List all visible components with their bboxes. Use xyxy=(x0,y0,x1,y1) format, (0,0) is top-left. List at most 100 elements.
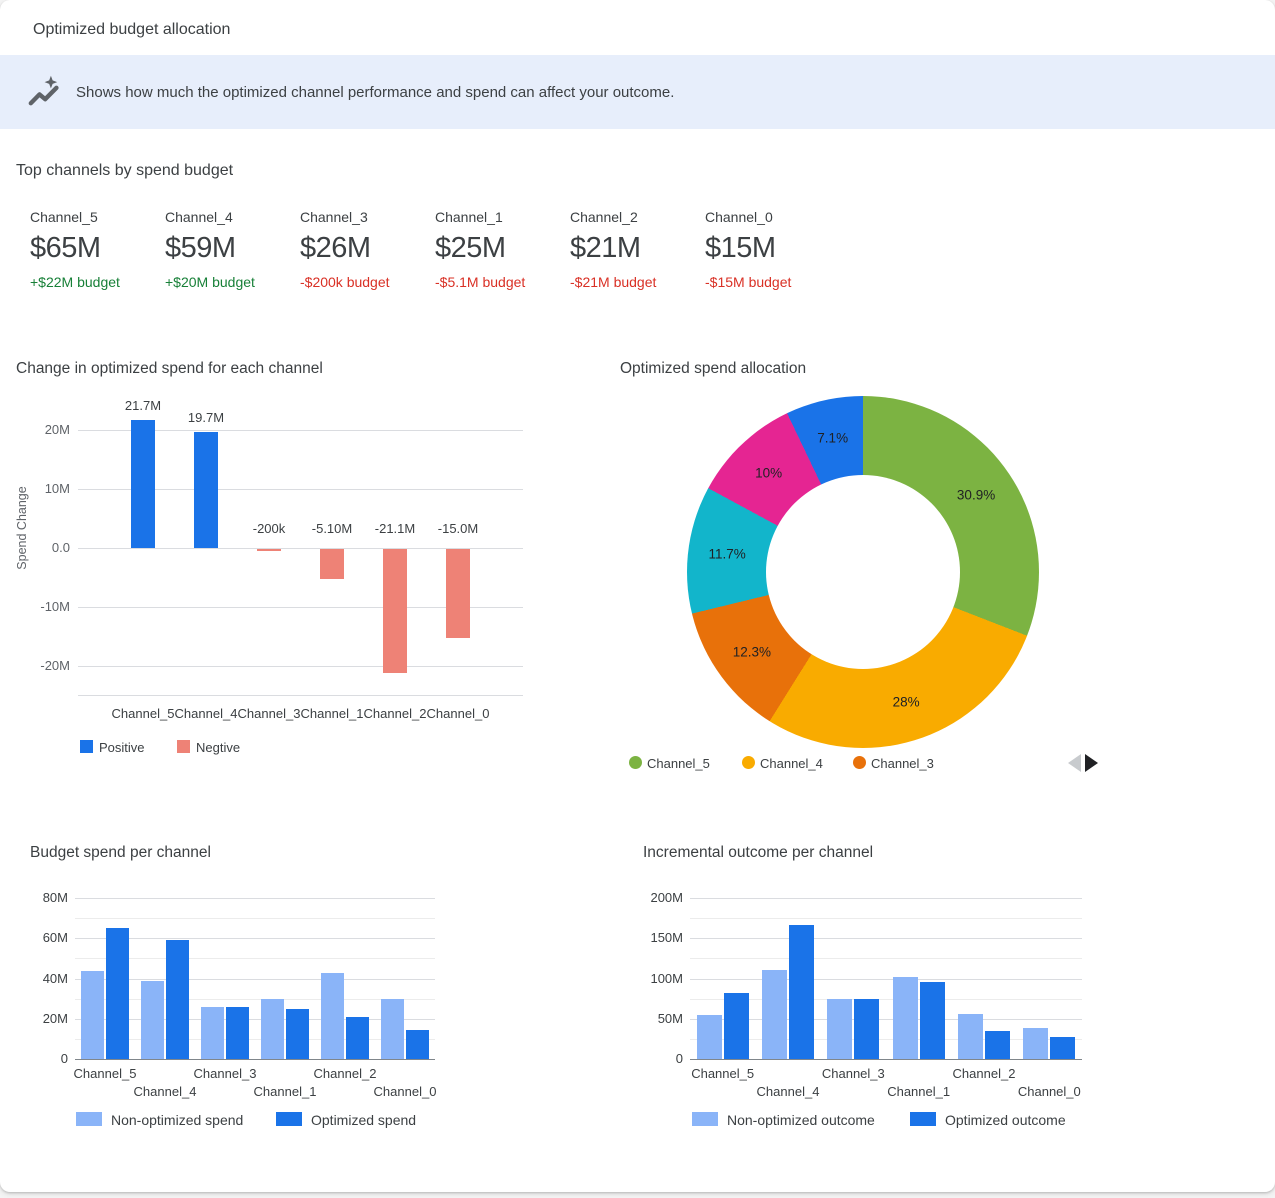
insights-icon xyxy=(24,72,64,112)
banner-text: Shows how much the optimized channel per… xyxy=(76,84,674,101)
donut-slice-label: 10% xyxy=(755,465,782,480)
grouped-bar[interactable] xyxy=(985,1031,1010,1059)
gridline xyxy=(75,958,435,959)
spend-change-bar[interactable] xyxy=(446,549,470,638)
legend-swatch xyxy=(692,1112,718,1126)
x-axis-label: Channel_0 xyxy=(360,1084,450,1099)
y-axis-tick: 20M xyxy=(22,1011,68,1026)
grouped-bar[interactable] xyxy=(827,999,852,1059)
channel-spend-value: $26M xyxy=(300,232,430,265)
grouped-bar[interactable] xyxy=(724,993,749,1059)
page-title: Optimized budget allocation xyxy=(33,21,230,39)
grouped-bar[interactable] xyxy=(1050,1037,1075,1059)
grouped-bar[interactable] xyxy=(226,1007,249,1059)
donut-hole xyxy=(766,475,960,669)
grouped-bar[interactable] xyxy=(346,1017,369,1059)
legend-label: Optimized outcome xyxy=(945,1112,1066,1128)
y-axis-tick: 40M xyxy=(22,971,68,986)
y-axis-tick: 60M xyxy=(22,930,68,945)
grouped-bar[interactable] xyxy=(106,928,129,1059)
y-axis-tick: 0 xyxy=(22,1051,68,1066)
channel-spend-value: $15M xyxy=(705,232,835,265)
x-axis-line xyxy=(78,695,523,696)
spend-change-chart-title: Change in optimized spend for each chann… xyxy=(16,360,323,378)
grouped-bar[interactable] xyxy=(406,1030,429,1059)
spend-change-bar[interactable] xyxy=(131,420,155,548)
top-channel-card: Channel_2$21M-$21M budget xyxy=(570,209,700,290)
spend-allocation-chart-title: Optimized spend allocation xyxy=(620,360,806,378)
x-axis-label: Channel_1 xyxy=(299,706,365,721)
gridline xyxy=(75,918,435,919)
top-channel-card: Channel_5 $65M +$22M budget xyxy=(30,209,160,290)
grouped-bar[interactable] xyxy=(789,925,814,1059)
grouped-bar[interactable] xyxy=(286,1009,309,1059)
legend-prev-icon[interactable] xyxy=(1068,754,1081,772)
grouped-bar[interactable] xyxy=(381,999,404,1059)
channel-spend-value: $65M xyxy=(30,232,160,265)
x-axis-label: Channel_5 xyxy=(60,1066,150,1081)
gridline xyxy=(690,918,1082,919)
legend-label: Channel_4 xyxy=(760,756,823,771)
grouped-bar[interactable] xyxy=(321,973,344,1059)
gridline xyxy=(690,898,1082,899)
grouped-bar[interactable] xyxy=(81,971,104,1059)
channel-name: Channel_0 xyxy=(705,209,835,225)
x-axis-label: Channel_1 xyxy=(874,1084,964,1099)
bar-value-label: -200k xyxy=(234,521,304,536)
y-axis-tick: -20M xyxy=(26,658,70,673)
bar-value-label: -15.0M xyxy=(423,521,493,536)
optimized-budget-report-card: Optimized budget allocation Shows how mu… xyxy=(0,0,1275,1192)
grouped-bar[interactable] xyxy=(920,982,945,1059)
channel-budget-delta: -$15M budget xyxy=(705,274,835,290)
bar-value-label: -5.10M xyxy=(297,521,367,536)
legend-swatch xyxy=(80,740,93,753)
x-axis-label: Channel_4 xyxy=(743,1084,833,1099)
legend-next-icon[interactable] xyxy=(1085,754,1098,772)
grouped-bar[interactable] xyxy=(261,999,284,1059)
legend-label: Negtive xyxy=(196,740,240,755)
channel-name: Channel_1 xyxy=(435,209,565,225)
legend-swatch xyxy=(76,1112,102,1126)
grouped-bar[interactable] xyxy=(1023,1028,1048,1059)
x-axis-label: Channel_3 xyxy=(236,706,302,721)
legend-label: Non-optimized spend xyxy=(111,1112,243,1128)
donut-slice-label: 7.1% xyxy=(817,431,848,446)
y-axis-title: Spend Change xyxy=(15,486,29,569)
y-axis-tick: 80M xyxy=(22,890,68,905)
x-axis-line xyxy=(75,1059,435,1060)
bar-value-label: -21.1M xyxy=(360,521,430,536)
spend-change-bar[interactable] xyxy=(194,432,218,548)
grouped-bar[interactable] xyxy=(854,999,879,1059)
channel-name: Channel_3 xyxy=(300,209,430,225)
donut-slice-label: 30.9% xyxy=(957,487,995,502)
grouped-bar[interactable] xyxy=(762,970,787,1059)
grouped-bar[interactable] xyxy=(958,1014,983,1059)
donut-slice-label: 28% xyxy=(893,695,920,710)
top-channels-section-title: Top channels by spend budget xyxy=(16,162,233,180)
grouped-bar[interactable] xyxy=(201,1007,224,1059)
channel-budget-delta: +$22M budget xyxy=(30,274,160,290)
x-axis-label: Channel_2 xyxy=(939,1066,1029,1081)
channel-name: Channel_5 xyxy=(30,209,160,225)
spend-change-bar[interactable] xyxy=(257,549,281,551)
channel-budget-delta: -$21M budget xyxy=(570,274,700,290)
gridline xyxy=(690,999,1082,1000)
gridline xyxy=(78,666,523,667)
grouped-bar[interactable] xyxy=(893,977,918,1059)
x-axis-label: Channel_4 xyxy=(173,706,239,721)
x-axis-label: Channel_2 xyxy=(362,706,428,721)
grouped-bar[interactable] xyxy=(141,981,164,1059)
budget-spend-chart-title: Budget spend per channel xyxy=(30,844,211,862)
channel-spend-value: $59M xyxy=(165,232,295,265)
legend-dot xyxy=(629,756,642,769)
x-axis-label: Channel_0 xyxy=(425,706,491,721)
spend-change-bar[interactable] xyxy=(383,549,407,673)
grouped-bar[interactable] xyxy=(166,940,189,1059)
spend-change-bar[interactable] xyxy=(320,549,344,579)
grouped-bar[interactable] xyxy=(697,1015,722,1059)
channel-budget-delta: -$200k budget xyxy=(300,274,430,290)
y-axis-tick: -10M xyxy=(26,599,70,614)
x-axis-label: Channel_2 xyxy=(300,1066,390,1081)
legend-dot xyxy=(742,756,755,769)
legend-dot xyxy=(853,756,866,769)
